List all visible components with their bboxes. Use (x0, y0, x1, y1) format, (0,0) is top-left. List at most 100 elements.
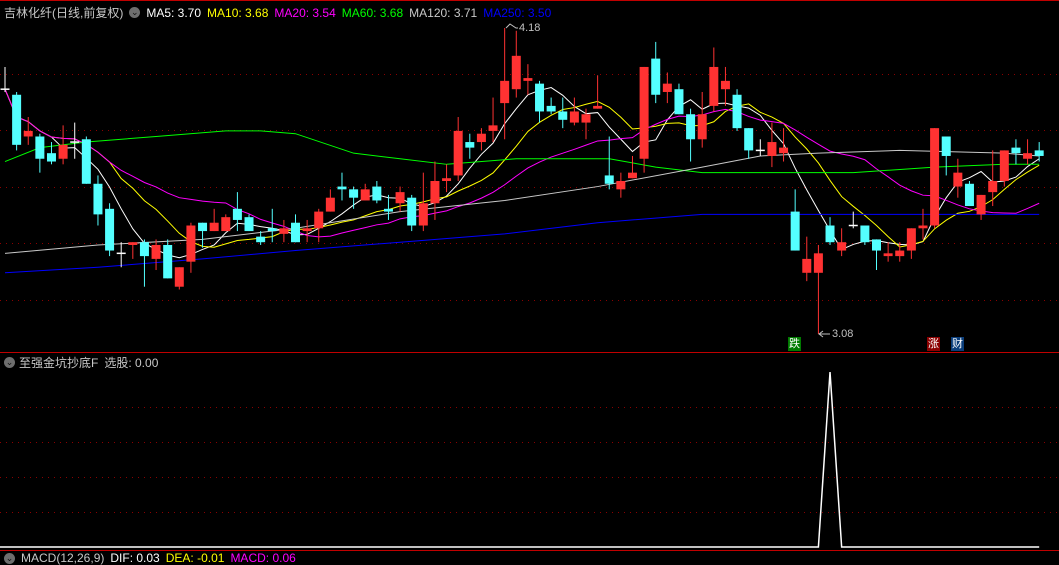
kline-chart[interactable] (0, 0, 1059, 558)
candle[interactable] (872, 239, 881, 271)
candle[interactable] (860, 225, 870, 245)
candle[interactable] (395, 186, 405, 212)
candle[interactable] (569, 97, 579, 126)
candle[interactable] (639, 66, 649, 173)
candle[interactable] (105, 203, 115, 257)
candle[interactable] (674, 83, 684, 115)
candle[interactable] (627, 155, 637, 179)
candle[interactable] (465, 133, 475, 159)
candle[interactable] (35, 133, 45, 173)
indicator-signal-line (0, 371, 1040, 548)
candle[interactable] (349, 186, 359, 209)
candle[interactable] (593, 75, 603, 109)
candle[interactable] (279, 219, 289, 243)
candle[interactable] (535, 80, 545, 123)
ma250-label: MA250: 3.50 (483, 5, 552, 20)
candle-body (279, 228, 289, 234)
candle[interactable] (651, 41, 661, 104)
candle[interactable] (325, 189, 335, 212)
candle[interactable] (221, 214, 231, 232)
candle[interactable] (604, 136, 614, 190)
candle[interactable] (558, 97, 568, 129)
candle[interactable] (941, 136, 951, 176)
candle[interactable] (209, 208, 219, 232)
candle[interactable] (128, 242, 138, 259)
chevron-down-icon[interactable]: ⌄ (4, 357, 15, 368)
candle[interactable] (686, 108, 696, 162)
candle[interactable] (709, 47, 719, 112)
candle[interactable] (779, 128, 789, 162)
candle[interactable] (744, 128, 754, 159)
candle[interactable] (790, 189, 800, 251)
candle[interactable] (442, 164, 452, 193)
candle[interactable] (302, 219, 312, 243)
candle[interactable] (430, 161, 440, 220)
candle[interactable] (23, 117, 33, 145)
candle[interactable] (802, 236, 812, 282)
candle[interactable] (1023, 139, 1033, 165)
candle[interactable] (372, 181, 382, 204)
candle-body (1011, 147, 1021, 154)
candle[interactable] (988, 150, 998, 207)
candle[interactable] (500, 28, 510, 140)
chevron-down-icon[interactable]: ⌄ (4, 552, 15, 564)
indicator-header: ⌄ 至强金坑抄底F 选股: 0.00 (4, 354, 158, 371)
candle[interactable] (720, 66, 730, 106)
candle[interactable] (732, 89, 742, 131)
candle-body (186, 225, 196, 262)
candle[interactable] (81, 136, 91, 184)
fall-marker[interactable]: 跌 (788, 337, 801, 351)
candle-body (616, 181, 626, 190)
candle[interactable] (244, 214, 254, 232)
candle[interactable] (476, 128, 486, 151)
rise-marker[interactable]: 涨 (927, 337, 940, 351)
candle[interactable] (825, 217, 835, 245)
candle[interactable] (151, 239, 161, 271)
candle[interactable] (837, 228, 847, 257)
candle[interactable] (883, 242, 893, 262)
candle[interactable] (930, 128, 940, 229)
candle[interactable] (407, 194, 417, 232)
candle[interactable] (755, 139, 765, 156)
candle[interactable] (976, 194, 986, 220)
candle[interactable] (58, 125, 68, 165)
candle[interactable] (314, 208, 324, 243)
candle[interactable] (523, 64, 533, 95)
candle[interactable] (546, 97, 556, 115)
candle[interactable] (198, 222, 208, 248)
candle[interactable] (895, 242, 905, 262)
candle[interactable] (174, 267, 184, 290)
candle[interactable] (1034, 142, 1044, 162)
indicator-title[interactable]: 至强金坑抄底F (19, 354, 98, 371)
macd-title[interactable]: MACD(12,26,9) (21, 551, 104, 565)
candle[interactable] (163, 239, 173, 279)
candle[interactable] (616, 172, 626, 198)
candle[interactable] (488, 97, 498, 143)
candle[interactable] (813, 244, 823, 334)
candle[interactable] (511, 30, 521, 98)
ma120-line (4, 149, 1040, 254)
candle[interactable] (953, 158, 963, 198)
candle[interactable] (116, 242, 126, 268)
chevron-down-icon[interactable]: ⌄ (129, 7, 141, 18)
candle[interactable] (337, 172, 347, 201)
candle[interactable] (291, 214, 300, 243)
candle[interactable] (453, 117, 463, 181)
candle[interactable] (93, 175, 103, 226)
candle[interactable] (697, 91, 707, 148)
candle[interactable] (767, 122, 777, 168)
candle[interactable] (360, 183, 370, 201)
candle[interactable] (12, 91, 22, 151)
candle[interactable] (186, 222, 196, 273)
candle[interactable] (662, 72, 672, 104)
candle-body (686, 114, 696, 140)
candle[interactable] (383, 194, 393, 220)
candle-body (790, 211, 800, 251)
candle[interactable] (418, 172, 428, 232)
candle[interactable] (906, 228, 916, 259)
candle[interactable] (1011, 139, 1021, 165)
candle-body (953, 172, 963, 187)
finance-marker[interactable]: 财 (951, 337, 964, 351)
candle[interactable] (964, 181, 974, 207)
candle[interactable] (0, 66, 10, 92)
